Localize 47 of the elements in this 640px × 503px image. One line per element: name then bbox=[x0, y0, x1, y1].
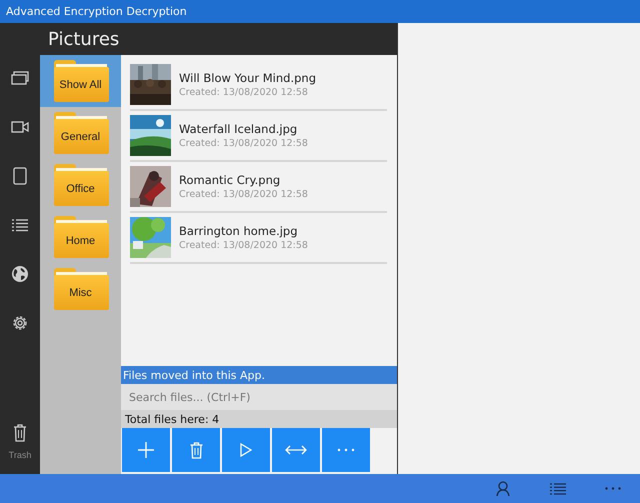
list-icon bbox=[550, 482, 566, 494]
file-date: Created: 13/08/2020 12:58 bbox=[179, 87, 309, 98]
move-button[interactable] bbox=[272, 428, 320, 472]
trash-icon bbox=[12, 424, 27, 442]
folder-item[interactable]: Show All bbox=[40, 55, 121, 107]
page-title: Pictures bbox=[48, 28, 120, 50]
settings-icon bbox=[11, 314, 29, 332]
more-icon bbox=[604, 487, 620, 490]
search-field[interactable]: Search files... (Ctrl+F) bbox=[121, 384, 397, 410]
folder-icon bbox=[54, 268, 109, 310]
person-icon bbox=[496, 480, 510, 496]
file-name: Will Blow Your Mind.png bbox=[179, 71, 316, 85]
folder-item[interactable]: Office bbox=[40, 159, 121, 211]
globe-icon bbox=[11, 264, 29, 282]
file-name: Romantic Cry.png bbox=[179, 173, 282, 187]
folder-icon bbox=[54, 60, 109, 102]
file-date: Created: 13/08/2020 12:58 bbox=[179, 138, 308, 149]
play-button[interactable] bbox=[222, 428, 270, 472]
more-icon bbox=[337, 448, 355, 452]
file-item[interactable]: Barrington home.jpg Created: 13/08/2020 12:58 bbox=[130, 213, 387, 264]
folder-icon bbox=[54, 164, 109, 206]
tablet-icon bbox=[13, 166, 27, 184]
plus-icon bbox=[137, 441, 155, 459]
double-arrow-icon bbox=[285, 445, 307, 455]
file-date: Created: 13/08/2020 12:58 bbox=[179, 240, 308, 251]
trash-icon bbox=[190, 442, 202, 458]
file-count: Total files here: 4 bbox=[125, 412, 220, 426]
list-icon bbox=[11, 218, 29, 232]
window-title: Advanced Encryption Decryption bbox=[6, 5, 187, 18]
folder-item[interactable]: Home bbox=[40, 211, 121, 263]
folder-icon bbox=[54, 112, 109, 154]
play-icon bbox=[240, 443, 252, 457]
status-text: Files moved into this App. bbox=[123, 368, 265, 382]
file-date: Created: 13/08/2020 12:58 bbox=[179, 189, 308, 200]
slides-icon bbox=[11, 70, 29, 84]
folder-icon bbox=[54, 216, 109, 258]
file-name: Barrington home.jpg bbox=[179, 224, 299, 238]
file-item[interactable]: Will Blow Your Mind.png Created: 13/08/2020 12:58 bbox=[130, 60, 387, 111]
video-camera-icon bbox=[11, 120, 29, 132]
delete-button[interactable] bbox=[172, 428, 220, 472]
file-name: Waterfall Iceland.jpg bbox=[179, 122, 298, 136]
file-item[interactable]: Romantic Cry.png Created: 13/08/2020 12:58 bbox=[130, 162, 387, 213]
file-item[interactable]: Waterfall Iceland.jpg Created: 13/08/2020 12:58 bbox=[130, 111, 387, 162]
trash-button[interactable]: Trash bbox=[8, 424, 32, 474]
folder-item[interactable]: General bbox=[40, 107, 121, 159]
folder-item[interactable]: Misc bbox=[40, 263, 121, 315]
add-button[interactable] bbox=[122, 428, 170, 472]
